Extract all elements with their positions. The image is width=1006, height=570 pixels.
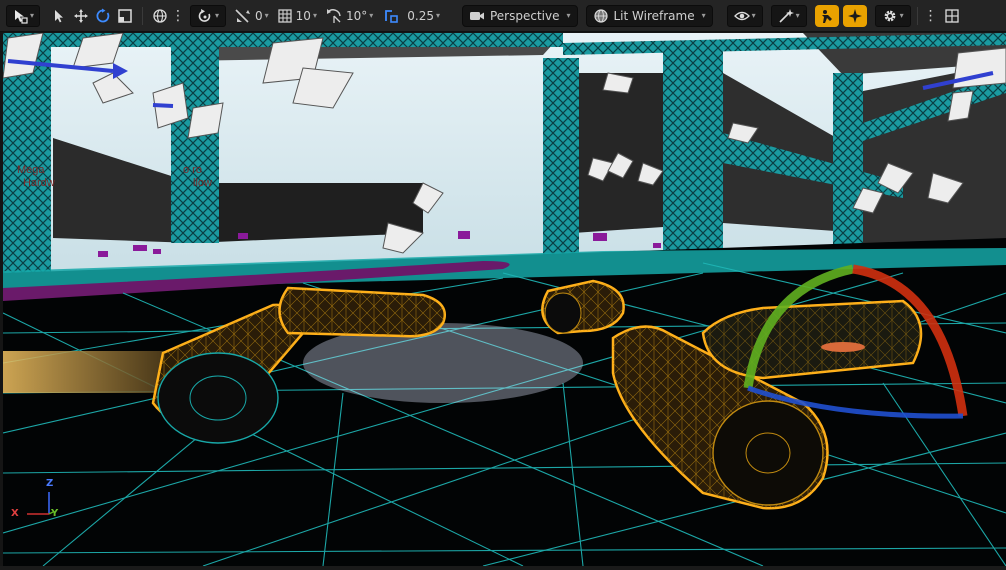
scene-text-left-2: Hardw	[23, 177, 55, 189]
scale-snap-value: 0.25	[407, 8, 434, 23]
move-icon	[74, 8, 88, 23]
scene-text-left-1: Mega	[17, 164, 45, 176]
rotate-icon	[96, 8, 110, 22]
select-mode-icon	[14, 9, 28, 24]
realtime-dropdown[interactable]: ▾	[770, 4, 807, 27]
grid-snap-dropdown[interactable]: 10 ▾	[277, 5, 317, 27]
globe-icon	[153, 8, 167, 23]
select-tool-button[interactable]	[48, 5, 70, 27]
rotate-snap-dropdown[interactable]: 10° ▾	[325, 5, 373, 27]
arrow-cursor-icon	[55, 9, 63, 22]
scale-icon	[118, 8, 132, 23]
transform-options-button[interactable]: ⋮	[171, 5, 185, 27]
scale-snap-dropdown[interactable]: 0.25 ▾	[383, 5, 440, 27]
rotate-snap-icon	[326, 8, 341, 23]
view-lighting-dropdown[interactable]: Lit Wireframe ▾	[585, 4, 713, 27]
view-mode-label: Perspective	[489, 8, 560, 23]
viewport-bottom-border	[0, 566, 1006, 570]
cinematic-icon	[821, 9, 832, 23]
rotate-snap-value: 10°	[345, 8, 368, 23]
gear-icon	[884, 10, 896, 21]
viewport-layout-button[interactable]	[941, 5, 963, 27]
pillar-mid-right	[663, 43, 723, 258]
axis-y-label: Y	[51, 508, 59, 519]
viewport-options-button[interactable]: ⋮	[923, 5, 938, 27]
scene-text-mid-1: o ro	[183, 164, 202, 176]
axis-z-label: Z	[46, 478, 54, 489]
scale-snap-icon	[385, 9, 399, 23]
pillar-mid	[543, 58, 579, 258]
eye-icon	[733, 11, 750, 20]
scale-tool-button[interactable]	[114, 5, 136, 27]
select-mode-dropdown[interactable]: ▾	[6, 4, 40, 27]
layout-icon	[944, 8, 959, 23]
grid-snap-value: 10	[295, 8, 311, 23]
surface-snap-dropdown[interactable]: 0 ▾	[234, 5, 269, 27]
axis-x-label: X	[11, 508, 19, 519]
cinematic-toggle-button[interactable]	[814, 4, 839, 27]
grid-snap-icon	[278, 8, 292, 23]
transform-toggle-icon	[198, 8, 211, 22]
view-lighting-label: Lit Wireframe	[613, 8, 695, 23]
sparkle-icon	[847, 8, 862, 23]
kebab-icon: ⋮	[923, 7, 938, 24]
realtime-icon	[779, 8, 794, 23]
viewport-settings-dropdown[interactable]: ▾	[874, 4, 911, 27]
scene-text-mid-2: llow	[193, 177, 212, 189]
lighting-icon	[593, 8, 608, 23]
pillar-mid-left	[171, 33, 219, 243]
surface-snap-icon	[235, 8, 250, 23]
axis-gizmo: Z X Y	[9, 476, 59, 526]
transform-toggle-dropdown[interactable]: ▾	[190, 4, 226, 27]
kebab-icon: ⋮	[171, 7, 185, 24]
scene-render: Mega Hardw o ro llow	[3, 33, 1006, 566]
viewport-toolbar: ▾ ⋮ ▾ 0 ▾ 10 ▾ 10° ▾ 0.25 ▾ Perspective …	[0, 0, 1006, 32]
coordinate-system-button[interactable]	[149, 5, 171, 27]
casing-small[interactable]	[541, 279, 625, 335]
move-tool-button[interactable]	[70, 5, 92, 27]
translate-snap-value: 0	[255, 8, 263, 23]
toolbar-separator	[142, 6, 143, 25]
show-flags-dropdown[interactable]: ▾	[726, 4, 763, 27]
camera-icon	[469, 11, 484, 20]
view-mode-dropdown[interactable]: Perspective ▾	[461, 4, 578, 27]
game-view-toggle-button[interactable]	[842, 4, 867, 27]
casing-back[interactable]	[278, 286, 446, 338]
rotate-tool-button[interactable]	[92, 5, 114, 27]
toolbar-separator	[916, 6, 918, 25]
level-viewport[interactable]: Mega Hardw o ro llow Z X Y	[3, 33, 1006, 566]
